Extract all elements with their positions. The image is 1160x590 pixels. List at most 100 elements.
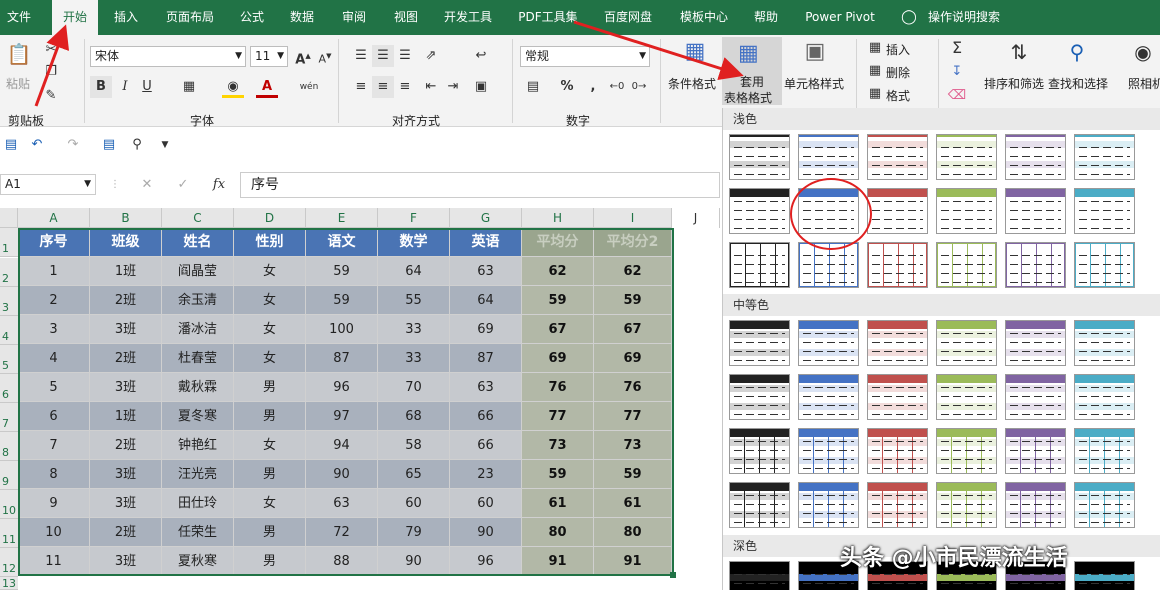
table-cell[interactable]: 64 xyxy=(450,286,522,315)
table-cell[interactable]: 59 xyxy=(594,286,672,315)
table-cell[interactable]: 61 xyxy=(522,489,594,518)
row-header[interactable]: 5 xyxy=(0,345,18,374)
tab-formulas[interactable]: 公式 xyxy=(234,0,270,35)
table-cell[interactable]: 97 xyxy=(306,402,378,431)
table-cell[interactable]: 60 xyxy=(450,489,522,518)
table-cell[interactable]: 男 xyxy=(234,547,306,576)
table-cell[interactable]: 68 xyxy=(378,402,450,431)
table-style-swatch[interactable] xyxy=(1074,428,1135,474)
accounting-icon[interactable]: ▤ xyxy=(522,76,544,98)
table-cell[interactable]: 1班 xyxy=(90,402,162,431)
row-header[interactable]: 9 xyxy=(0,461,18,490)
number-format-dropdown[interactable]: 常规 ▼ xyxy=(520,46,650,67)
delete-cells-icon[interactable]: ▦ xyxy=(864,60,886,82)
table-style-swatch[interactable] xyxy=(867,320,928,366)
bold-button[interactable]: B xyxy=(90,76,112,98)
table-style-swatch[interactable] xyxy=(936,482,997,528)
table-cell[interactable]: 阎晶莹 xyxy=(162,257,234,286)
table-cell[interactable]: 余玉清 xyxy=(162,286,234,315)
table-cell[interactable]: 73 xyxy=(522,431,594,460)
table-style-swatch[interactable] xyxy=(729,428,790,474)
table-cell[interactable]: 女 xyxy=(234,431,306,460)
table-style-swatch[interactable] xyxy=(867,188,928,234)
table-cell[interactable]: 23 xyxy=(450,460,522,489)
header-cell[interactable]: 英语 xyxy=(450,228,522,257)
tab-power-pivot[interactable]: Power Pivot xyxy=(800,0,880,35)
table-cell[interactable]: 11 xyxy=(18,547,90,576)
row-header[interactable]: 6 xyxy=(0,374,18,403)
table-cell[interactable]: 59 xyxy=(522,460,594,489)
orientation-icon[interactable]: ⇗ xyxy=(420,45,442,67)
table-cell[interactable]: 33 xyxy=(378,344,450,373)
table-cell[interactable]: 女 xyxy=(234,489,306,518)
table-cell[interactable]: 2班 xyxy=(90,286,162,315)
table-style-swatch[interactable] xyxy=(867,242,928,288)
table-cell[interactable]: 77 xyxy=(522,402,594,431)
table-style-swatch[interactable] xyxy=(1005,320,1066,366)
tab-file[interactable]: 文件 xyxy=(0,0,38,35)
table-cell[interactable]: 3班 xyxy=(90,460,162,489)
row-header[interactable]: 4 xyxy=(0,316,18,345)
table-style-swatch[interactable] xyxy=(1005,374,1066,420)
table-cell[interactable]: 任荣生 xyxy=(162,518,234,547)
table-cell[interactable]: 80 xyxy=(594,518,672,547)
table-style-swatch[interactable] xyxy=(1005,188,1066,234)
table-cell[interactable]: 55 xyxy=(378,286,450,315)
tab-help[interactable]: 帮助 xyxy=(748,0,784,35)
tab-review[interactable]: 审阅 xyxy=(336,0,372,35)
table-cell[interactable]: 91 xyxy=(594,547,672,576)
cancel-icon[interactable]: ✕ xyxy=(136,174,158,196)
table-style-swatch[interactable] xyxy=(729,188,790,234)
table-style-swatch[interactable] xyxy=(936,188,997,234)
insert-cells-icon[interactable]: ▦ xyxy=(864,37,886,59)
column-header[interactable]: J xyxy=(672,208,720,228)
table-cell[interactable]: 9 xyxy=(18,489,90,518)
table-style-swatch[interactable] xyxy=(1005,482,1066,528)
save-icon[interactable]: ▤ xyxy=(0,134,22,156)
tab-insert[interactable]: 插入 xyxy=(108,0,144,35)
format-as-table-button[interactable]: ▦ 套用 表格格式 xyxy=(722,37,782,105)
select-all-corner[interactable] xyxy=(0,208,18,228)
table-cell[interactable]: 67 xyxy=(594,315,672,344)
italic-button[interactable]: I xyxy=(114,76,136,98)
save-as-icon[interactable]: ▤ xyxy=(98,134,120,156)
decrease-decimal-icon[interactable]: 0→ xyxy=(628,76,650,98)
table-cell[interactable]: 5 xyxy=(18,373,90,402)
row-header[interactable]: 13 xyxy=(0,577,18,590)
print-preview-icon[interactable]: ⚲ xyxy=(126,134,148,156)
table-cell[interactable]: 6 xyxy=(18,402,90,431)
table-cell[interactable]: 76 xyxy=(594,373,672,402)
table-style-swatch[interactable] xyxy=(729,320,790,366)
table-cell[interactable]: 汪光亮 xyxy=(162,460,234,489)
table-cell[interactable]: 66 xyxy=(450,431,522,460)
table-style-swatch[interactable] xyxy=(1074,374,1135,420)
table-style-swatch[interactable] xyxy=(798,188,859,234)
table-cell[interactable]: 2班 xyxy=(90,518,162,547)
table-cell[interactable]: 1班 xyxy=(90,257,162,286)
wrap-text-icon[interactable]: ↩ xyxy=(470,45,492,67)
percent-button[interactable]: % xyxy=(556,76,578,98)
table-cell[interactable]: 91 xyxy=(522,547,594,576)
table-cell[interactable]: 夏冬寒 xyxy=(162,402,234,431)
table-cell[interactable]: 10 xyxy=(18,518,90,547)
tell-me-search[interactable]: 操作说明搜索 xyxy=(924,0,1004,35)
table-style-swatch[interactable] xyxy=(798,242,859,288)
increase-indent-icon[interactable]: ⇥ xyxy=(442,76,464,98)
table-style-swatch[interactable] xyxy=(798,428,859,474)
table-cell[interactable]: 79 xyxy=(378,518,450,547)
row-header[interactable]: 10 xyxy=(0,490,18,519)
table-cell[interactable]: 潘冰洁 xyxy=(162,315,234,344)
table-style-swatch[interactable] xyxy=(1005,134,1066,180)
paste-icon[interactable]: 📋 xyxy=(6,43,32,69)
camera-label[interactable]: 照相机 xyxy=(1128,75,1160,92)
table-style-swatch[interactable] xyxy=(1074,134,1135,180)
align-right-icon[interactable]: ≡ xyxy=(394,76,416,98)
column-header[interactable]: A xyxy=(18,208,90,228)
font-name-dropdown[interactable]: 宋体 ▼ xyxy=(90,46,246,67)
align-bottom-icon[interactable]: ☰ xyxy=(394,45,416,67)
table-style-swatch[interactable] xyxy=(729,482,790,528)
table-cell[interactable]: 田仕玲 xyxy=(162,489,234,518)
table-cell[interactable]: 63 xyxy=(306,489,378,518)
customize-qat-icon[interactable]: ▼ xyxy=(154,134,176,156)
table-cell[interactable]: 63 xyxy=(450,257,522,286)
